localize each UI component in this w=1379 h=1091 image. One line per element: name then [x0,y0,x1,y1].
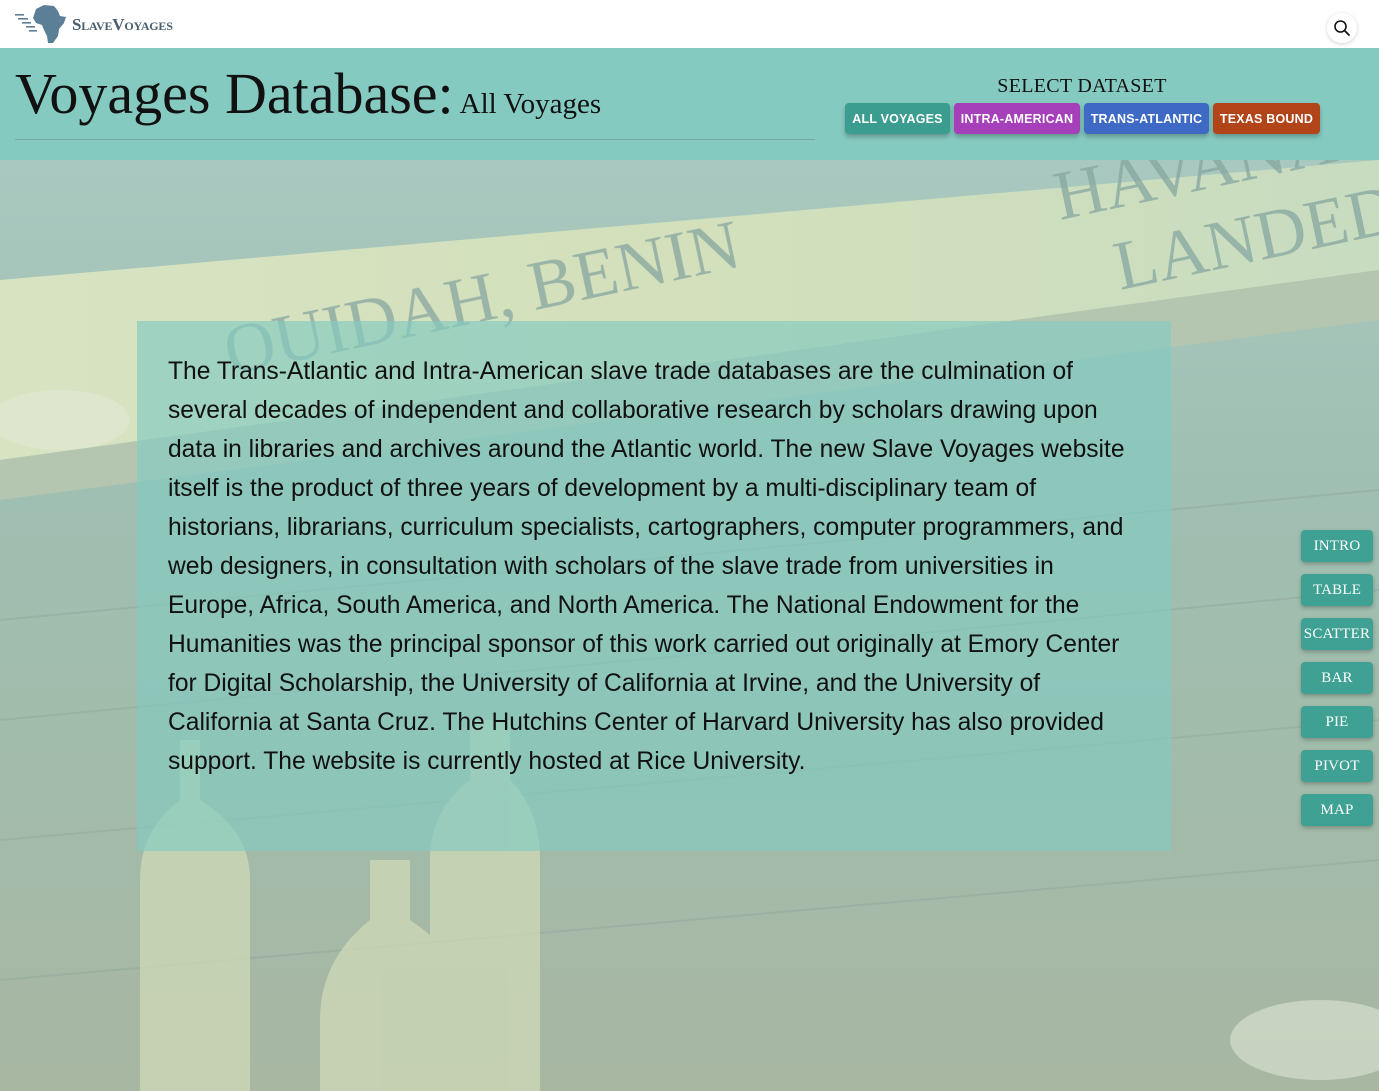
all-voyages-button[interactable]: ALL VOYAGES [845,103,950,134]
search-icon [1334,20,1350,36]
side-nav-pie[interactable]: PIE [1301,706,1373,738]
search-button[interactable] [1327,13,1357,43]
page-header: Voyages Database: All Voyages SELECT DAT… [0,48,1379,160]
side-nav-scatter[interactable]: SCATTER [1301,618,1373,650]
page-title-sub: All Voyages [459,88,602,120]
intro-text: The Trans-Atlantic and Intra-American sl… [168,358,1125,775]
side-nav-table[interactable]: TABLE [1301,574,1373,606]
page-title-main: Voyages Database: [15,61,454,126]
intro-panel: The Trans-Atlantic and Intra-American sl… [137,321,1171,851]
site-logo[interactable]: SlaveVoyages [14,3,173,45]
side-nav-map[interactable]: MAP [1301,794,1373,826]
logo-text: SlaveVoyages [72,15,173,34]
side-nav-intro[interactable]: INTRO [1301,530,1373,562]
hero-background: OUIDAH, BENIN HAVANA LANDED:534 The Tran… [0,160,1379,1091]
trans-atlantic-button[interactable]: TRANS-ATLANTIC [1084,103,1209,134]
intra-american-button[interactable]: INTRA-AMERICAN [954,103,1080,134]
select-dataset-label: SELECT DATASET [997,75,1167,97]
texas-bound-button[interactable]: TEXAS BOUND [1213,103,1320,134]
page-title: Voyages Database: All Voyages [15,62,815,140]
side-nav-bar[interactable]: BAR [1301,662,1373,694]
side-nav-pivot[interactable]: PIVOT [1301,750,1373,782]
africa-map-icon [15,5,66,43]
top-navbar: SlaveVoyages [0,0,1379,48]
